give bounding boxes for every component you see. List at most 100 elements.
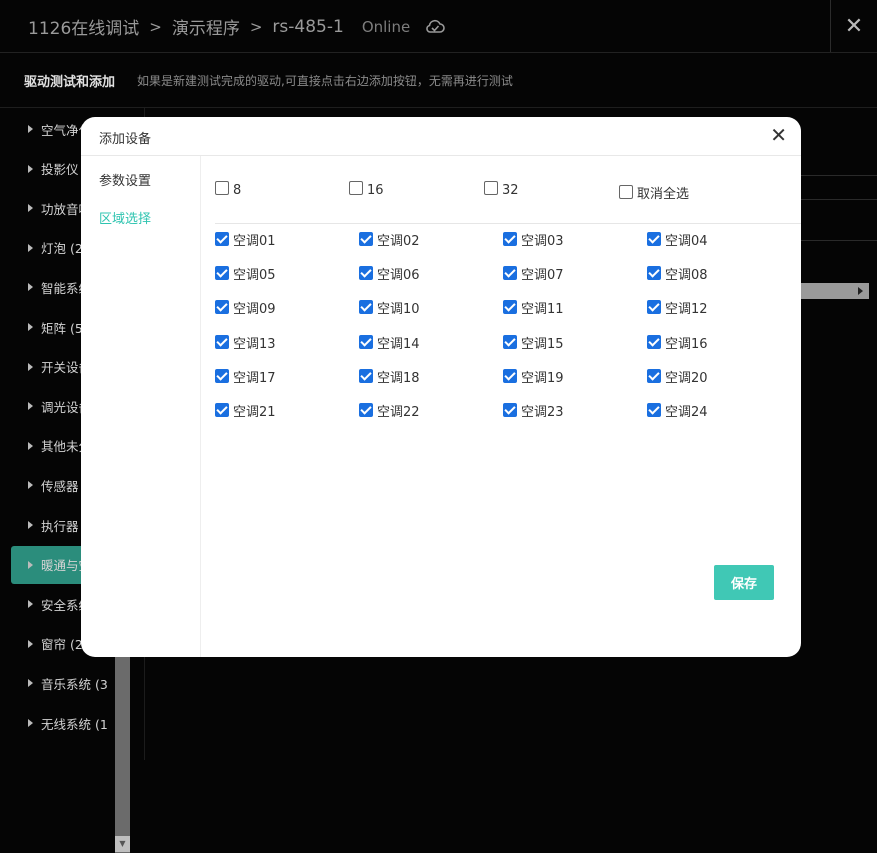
cloud-sync-icon[interactable] <box>424 16 446 38</box>
close-icon[interactable]: ✕ <box>830 0 877 52</box>
checkbox-label: 空调24 <box>665 405 708 420</box>
checkbox[interactable] <box>647 232 661 246</box>
checkbox-label: 空调08 <box>665 268 708 284</box>
sidebar-item[interactable]: 音乐系统 (3 <box>11 664 131 702</box>
device-checkbox[interactable]: 空调04 <box>647 230 708 249</box>
save-button[interactable]: 保存 <box>714 565 774 600</box>
device-checkbox[interactable]: 空调03 <box>503 230 564 249</box>
device-checkbox[interactable]: 空调17 <box>215 367 276 386</box>
sidebar-item[interactable]: 无线系统 (1 <box>11 704 131 742</box>
checkbox[interactable] <box>215 334 229 349</box>
device-checkbox[interactable]: 空调19 <box>503 367 564 386</box>
checkbox-label: 空调14 <box>377 336 420 352</box>
nav-item-params[interactable]: 参数设置 <box>99 170 151 189</box>
checkbox-label: 空调23 <box>521 405 564 420</box>
checkbox[interactable] <box>647 334 661 349</box>
checkbox-label: 8 <box>233 183 242 198</box>
deselect-all-checkbox[interactable]: 取消全选 <box>619 183 689 202</box>
dialog-nav: 参数设置 区域选择 <box>81 156 201 657</box>
checkbox[interactable] <box>349 181 363 195</box>
checkbox[interactable] <box>359 232 373 246</box>
checkbox[interactable] <box>503 334 517 349</box>
group-checkbox[interactable]: 16 <box>349 181 384 198</box>
device-checkbox[interactable]: 空调15 <box>503 333 564 352</box>
panel-divider <box>800 175 877 176</box>
caret-right-icon <box>28 521 33 529</box>
checkbox-label: 空调01 <box>233 234 276 249</box>
checkbox-label: 空调07 <box>521 268 564 284</box>
checkbox[interactable] <box>484 181 498 195</box>
checkbox[interactable] <box>647 300 661 315</box>
checkbox[interactable] <box>215 181 229 195</box>
checkbox[interactable] <box>359 266 373 281</box>
device-checkbox[interactable]: 空调21 <box>215 401 276 420</box>
device-checkbox[interactable]: 空调22 <box>359 401 420 420</box>
checkbox[interactable] <box>647 266 661 281</box>
chevron-right-icon: > <box>149 17 162 36</box>
checkbox[interactable] <box>359 368 373 383</box>
breadcrumb-port[interactable]: rs-485-1 <box>272 17 343 37</box>
checkbox[interactable] <box>215 300 229 315</box>
device-checkbox[interactable]: 空调14 <box>359 333 420 352</box>
checkbox-label: 空调12 <box>665 302 708 318</box>
checkbox[interactable] <box>647 368 661 383</box>
close-icon[interactable]: ✕ <box>770 125 787 145</box>
device-checkbox[interactable]: 空调16 <box>647 333 708 352</box>
checkbox[interactable] <box>215 368 229 383</box>
device-checkbox[interactable]: 空调23 <box>503 401 564 420</box>
checkbox-label: 空调21 <box>233 405 276 420</box>
checkbox[interactable] <box>359 334 373 349</box>
checkbox[interactable] <box>647 403 661 417</box>
device-checkbox[interactable]: 空调12 <box>647 298 708 317</box>
section-hint: 如果是新建测试完成的驱动,可直接点击右边添加按钮，无需再进行测试 <box>137 74 513 88</box>
checkbox[interactable] <box>503 368 517 383</box>
checkbox[interactable] <box>503 403 517 417</box>
section-title: 驱动测试和添加 <box>24 75 116 90</box>
checkbox-label: 空调18 <box>377 370 420 386</box>
group-checkbox[interactable]: 8 <box>215 181 242 198</box>
checkbox-label: 空调05 <box>233 268 276 284</box>
device-checkbox[interactable]: 空调18 <box>359 367 420 386</box>
checkbox-label: 空调04 <box>665 234 708 249</box>
checkbox-label: 空调10 <box>377 302 420 318</box>
device-checkbox[interactable]: 空调06 <box>359 264 420 283</box>
sidebar-item-label: 传感器 <box>41 478 79 494</box>
panel-divider <box>800 199 877 200</box>
checkbox-label: 空调15 <box>521 336 564 352</box>
chevron-right-icon[interactable] <box>858 287 863 295</box>
add-device-dialog: 添加设备 ✕ 参数设置 区域选择 8 16 32 取消全选 空调01 空调02 空调03 空… <box>81 117 801 657</box>
checkbox[interactable] <box>215 266 229 281</box>
checkbox[interactable] <box>503 266 517 281</box>
breadcrumb-project[interactable]: 1126在线调试 <box>28 14 139 39</box>
caret-right-icon <box>28 204 33 213</box>
checkbox[interactable] <box>215 232 229 246</box>
caret-right-icon <box>28 719 33 727</box>
device-checkbox[interactable]: 空调20 <box>647 367 708 386</box>
device-checkbox[interactable]: 空调08 <box>647 264 708 283</box>
checkbox[interactable] <box>359 403 373 417</box>
checkbox[interactable] <box>359 300 373 315</box>
group-checkbox[interactable]: 32 <box>484 181 519 198</box>
device-checkbox[interactable]: 空调05 <box>215 264 276 283</box>
device-checkbox[interactable]: 空调07 <box>503 264 564 283</box>
sidebar-scrollbar[interactable] <box>115 653 130 853</box>
scroll-down-icon[interactable]: ▼ <box>115 836 130 852</box>
device-checkbox[interactable]: 空调13 <box>215 333 276 352</box>
device-checkbox[interactable]: 空调09 <box>215 298 276 317</box>
checkbox[interactable] <box>503 232 517 246</box>
chevron-right-icon: > <box>249 17 263 36</box>
device-checkbox[interactable]: 空调24 <box>647 401 708 420</box>
device-checkbox[interactable]: 空调02 <box>359 230 420 249</box>
caret-right-icon <box>28 125 33 133</box>
nav-item-area-select[interactable]: 区域选择 <box>99 208 151 227</box>
device-checkbox[interactable]: 空调01 <box>215 230 276 249</box>
breadcrumb-program[interactable]: 演示程序 <box>172 14 240 39</box>
device-checkbox[interactable]: 空调10 <box>359 298 420 317</box>
device-checkbox[interactable]: 空调11 <box>503 298 564 317</box>
checkbox[interactable] <box>619 185 633 199</box>
checkbox[interactable] <box>215 403 229 417</box>
connection-status: Online <box>361 17 411 36</box>
caret-right-icon <box>28 600 33 609</box>
checkbox[interactable] <box>503 300 517 315</box>
checkbox-label: 32 <box>502 183 519 198</box>
